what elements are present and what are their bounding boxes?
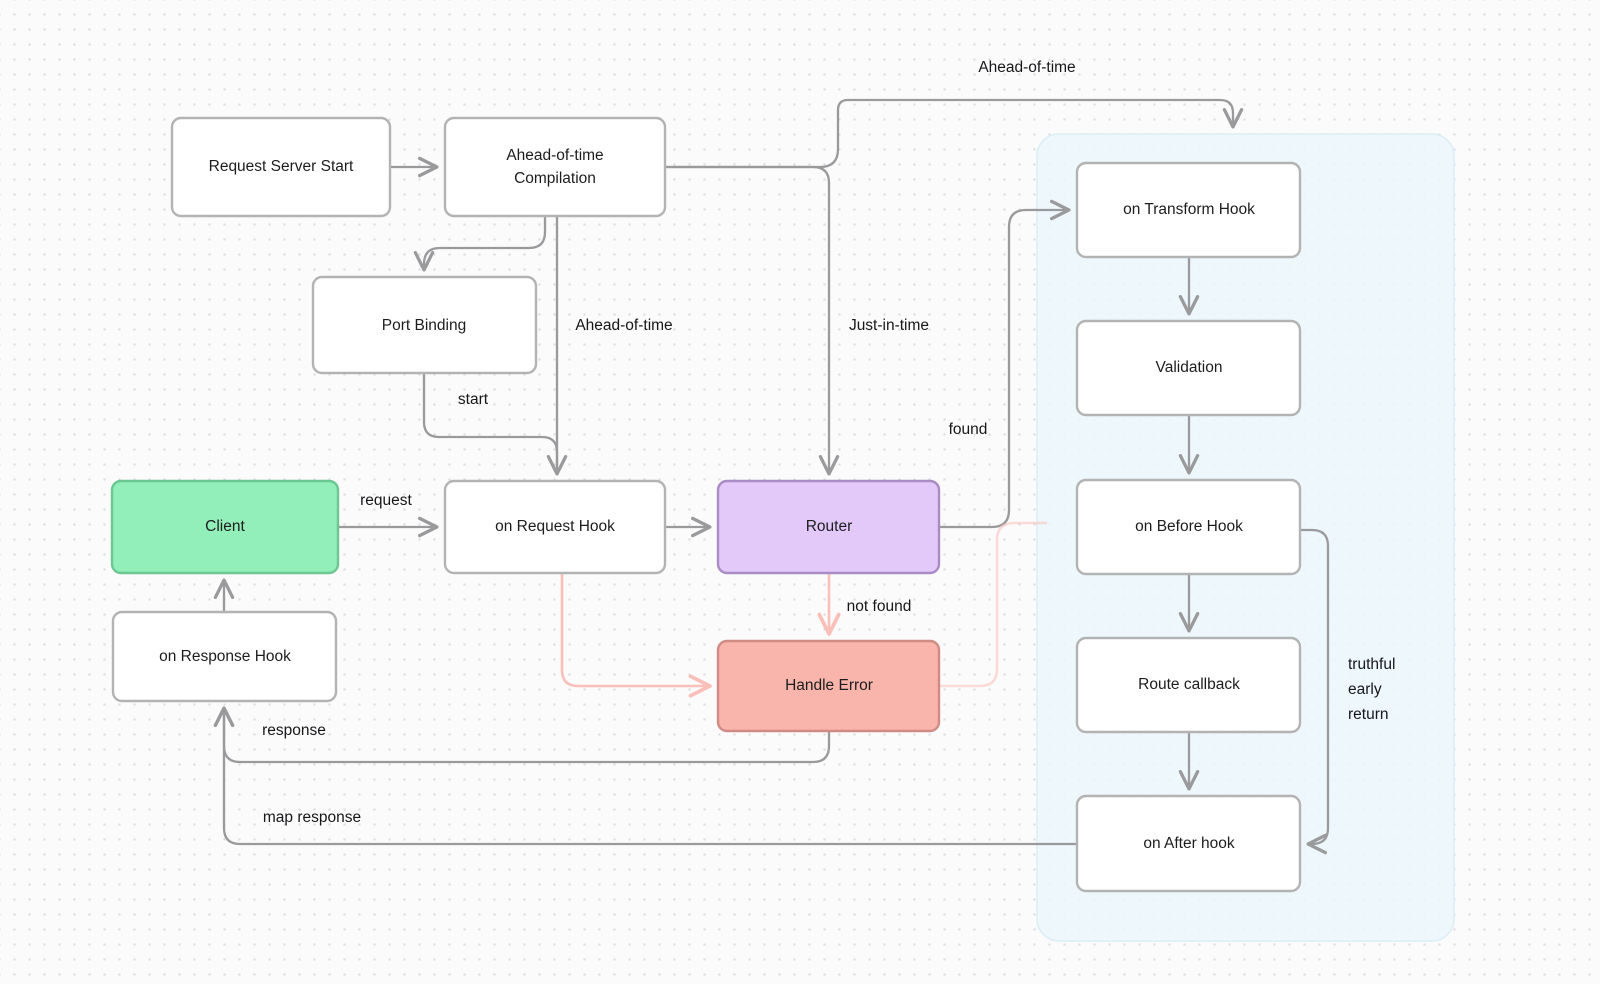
node-box[interactable] — [443, 479, 667, 575]
edge-label-start: start — [458, 391, 489, 408]
edge-label-not-found: not found — [847, 598, 912, 615]
node-box[interactable] — [311, 275, 538, 375]
node-on-transform-hook[interactable]: on Transform Hook — [1075, 161, 1302, 259]
node-router[interactable]: Router — [716, 479, 941, 575]
node-box[interactable] — [1075, 636, 1302, 734]
node-box[interactable] — [1075, 794, 1302, 893]
edge-port-binding-to-request-hook — [422, 371, 559, 468]
node-request-server-start[interactable]: Request Server Start — [170, 116, 392, 218]
edge-aot-to-router — [663, 165, 840, 476]
edge-label-early: early — [1348, 681, 1382, 698]
edge-handle-error-to-pipeline — [937, 521, 1048, 688]
edge-label-just-in-time: Just-in-time — [849, 317, 929, 334]
edge-label-found: found — [949, 421, 988, 438]
node-box[interactable] — [170, 116, 392, 218]
node-client[interactable]: Client — [110, 479, 340, 575]
node-on-request-hook[interactable]: on Request Hook — [443, 479, 667, 575]
node-route-callback[interactable]: Route callback — [1075, 636, 1302, 734]
node-box[interactable] — [1075, 478, 1302, 576]
node-box[interactable] — [716, 639, 941, 733]
edge-label-request: request — [360, 492, 412, 509]
edge-label-map-response: map response — [263, 809, 361, 826]
edge-label-truthful: truthful — [1348, 656, 1395, 673]
flowchart-svg: Request Server Start Ahead-of-time Compi… — [110, 59, 1455, 942]
node-box[interactable] — [111, 610, 338, 703]
node-on-after-hook[interactable]: on After hook — [1075, 794, 1302, 893]
edge-label-ahead-of-time-top: Ahead-of-time — [978, 59, 1075, 76]
node-on-response-hook[interactable]: on Response Hook — [111, 610, 338, 703]
diagram-canvas: Request Server Start Ahead-of-time Compi… — [0, 0, 1600, 984]
node-port-binding[interactable]: Port Binding — [311, 275, 538, 375]
node-handle-error[interactable]: Handle Error — [716, 639, 941, 733]
node-box[interactable] — [716, 479, 941, 575]
node-on-before-hook[interactable]: on Before Hook — [1075, 478, 1302, 576]
edge-label-response: response — [262, 722, 326, 739]
node-box[interactable] — [1075, 161, 1302, 259]
node-validation[interactable]: Validation — [1075, 319, 1302, 417]
edge-label-return: return — [1348, 706, 1389, 723]
edge-label-ahead-of-time-mid: Ahead-of-time — [575, 317, 672, 334]
edge-aot-to-port-binding — [413, 214, 547, 272]
edge-request-hook-to-handle-error — [560, 571, 712, 698]
node-box[interactable] — [443, 116, 667, 218]
node-box[interactable] — [110, 479, 340, 575]
node-ahead-of-time-compilation[interactable]: Ahead-of-time Compilation — [443, 116, 667, 218]
node-box[interactable] — [1075, 319, 1302, 417]
